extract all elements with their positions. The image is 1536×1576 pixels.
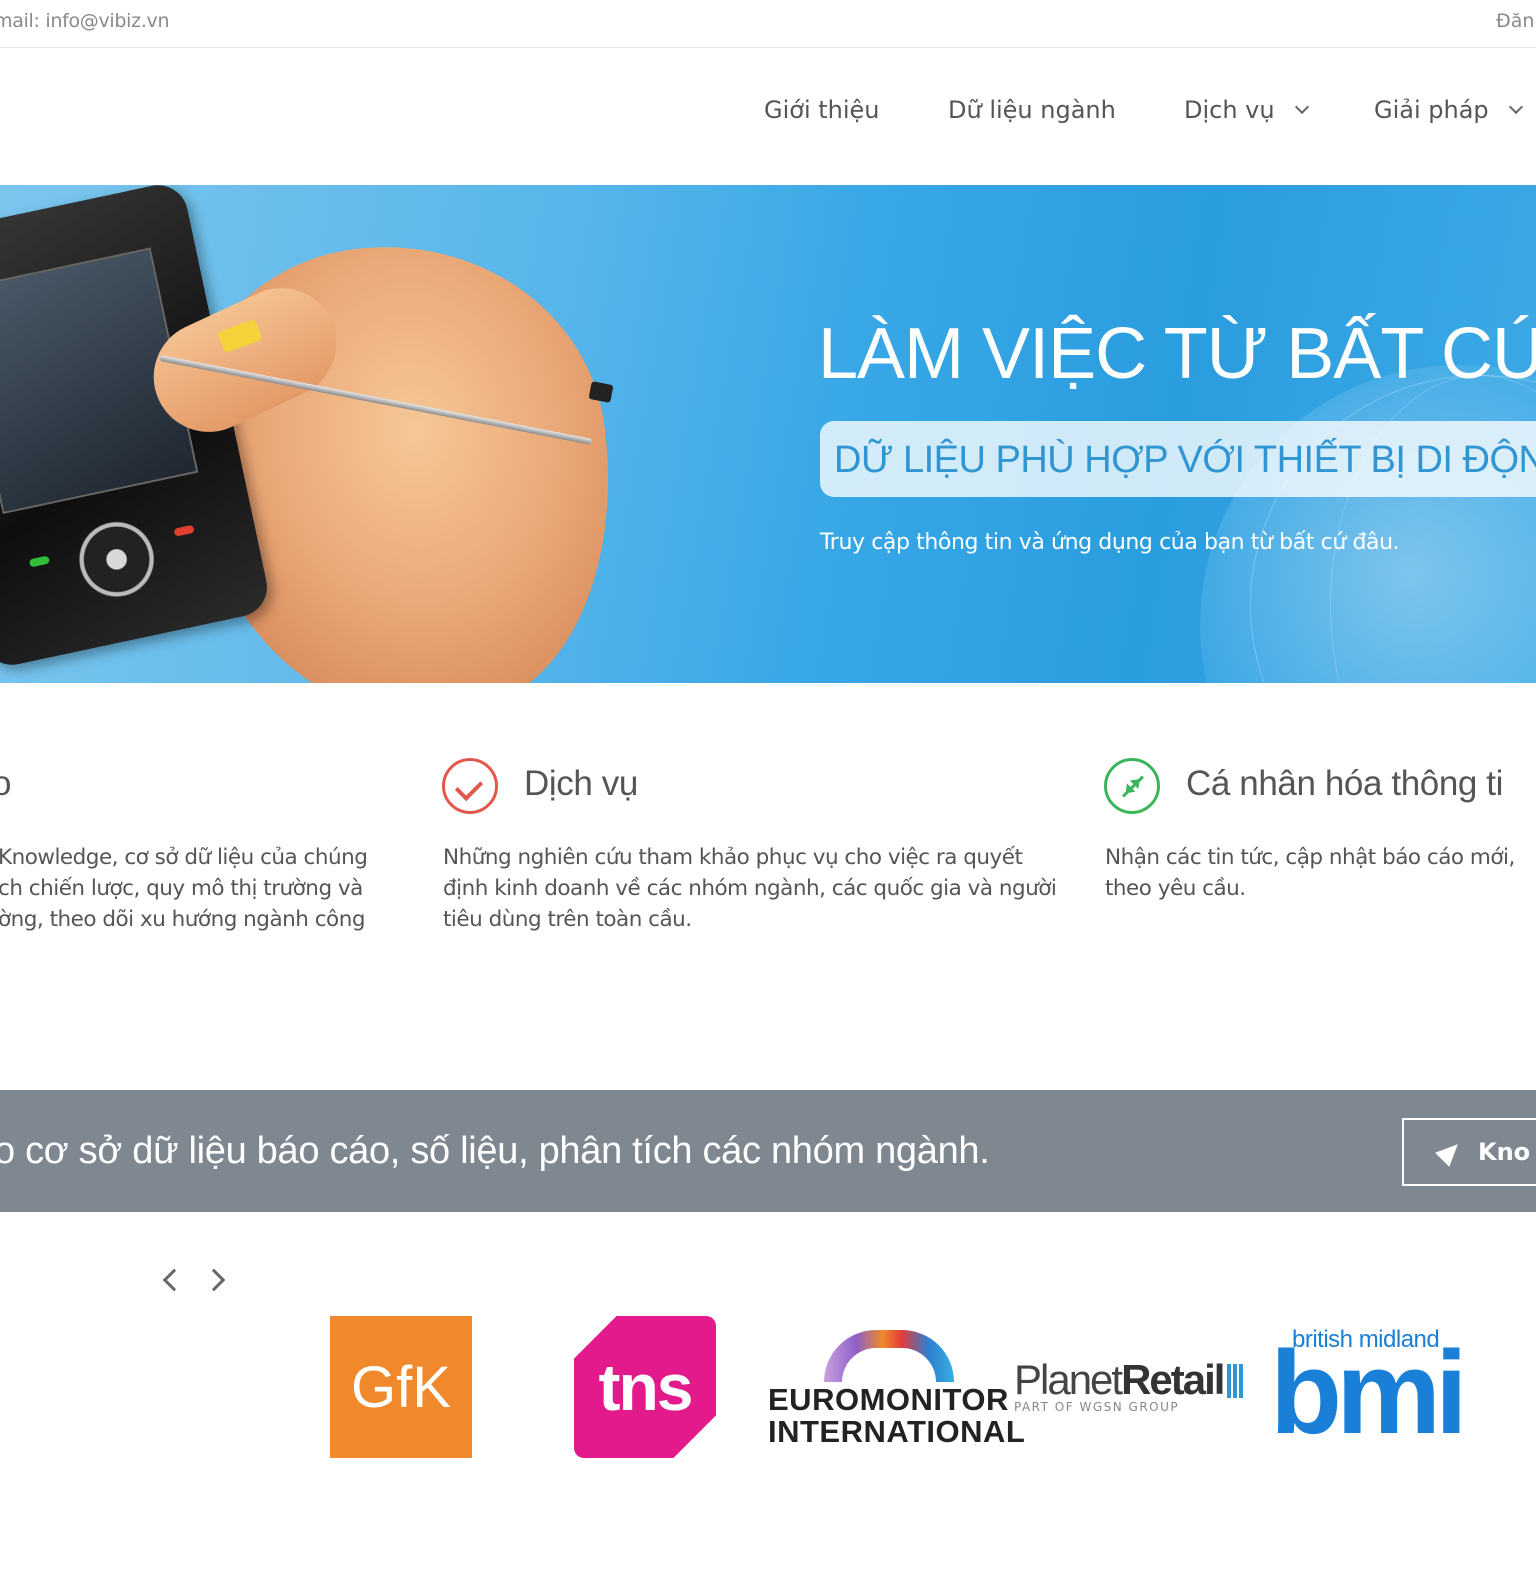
feature-line: ch chiến lược, quy mô thị trường và xyxy=(0,876,363,901)
cta-button-label: Kno xyxy=(1478,1138,1531,1166)
chevron-down-icon xyxy=(1294,99,1309,115)
gfk-logo-text: GfK xyxy=(351,1354,451,1420)
cta-banner-text: o cơ sở dữ liệu báo cáo, số liệu, phân t… xyxy=(0,1130,990,1172)
rocket-icon xyxy=(1435,1137,1465,1167)
arrows-icon xyxy=(1122,775,1144,798)
partner-logo-tns[interactable]: tns xyxy=(574,1316,716,1458)
hero-slider[interactable]: LÀM VIỆC TỪ BẤT CỨ DỮ LIỆU PHÙ HỢP VỚI T… xyxy=(0,185,1536,683)
feature-line: Những nghiên cứu tham khảo phục vụ cho v… xyxy=(443,845,1023,870)
cta-button[interactable]: Kno xyxy=(1402,1118,1536,1186)
partner-logo-euromonitor[interactable]: EUROMONITOR INTERNATIONAL xyxy=(768,1330,1025,1450)
feature-line: ờng, theo dõi xu hướng ngành công xyxy=(0,907,365,932)
euromonitor-text-1: EUROMONITOR xyxy=(768,1382,1009,1417)
nav-item-du-lieu-nganh[interactable]: Dữ liệu ngành xyxy=(948,96,1116,124)
stylus-tip xyxy=(588,381,614,403)
feature-line: Knowledge, cơ sở dữ liệu của chúng xyxy=(0,845,368,870)
planet-retail-bars-icon xyxy=(1227,1364,1244,1398)
nav-item-label: Giới thiệu xyxy=(764,96,880,124)
nav-item-gioi-thieu[interactable]: Giới thiệu xyxy=(764,96,880,124)
hero-description: Truy cập thông tin và ứng dụng của bạn t… xyxy=(820,530,1400,555)
chevron-down-icon xyxy=(1508,99,1523,115)
login-link[interactable]: Đăn xyxy=(1496,10,1534,32)
phone-call-key xyxy=(28,555,50,568)
phone-end-key xyxy=(173,524,195,537)
phone-wheel xyxy=(71,514,162,605)
partner-logo-planet-retail[interactable]: PlanetRetail PART OF WGSN GROUP xyxy=(1014,1356,1254,1426)
nav-item-label: Dịch vụ xyxy=(1184,96,1275,124)
main-nav: Giới thiệu Dữ liệu ngành Dịch vụ Giải ph… xyxy=(0,96,1536,140)
hero-subtitle: DỮ LIỆU PHÙ HỢP VỚI THIẾT BỊ DI ĐỘNG xyxy=(834,439,1536,481)
feature-description: Những nghiên cứu tham khảo phục vụ cho v… xyxy=(443,842,1057,935)
feature-line: định kinh doanh về các nhóm ngành, các q… xyxy=(443,876,1057,901)
feature-line: theo yêu cầu. xyxy=(1105,876,1246,901)
planet-retail-b: Retail xyxy=(1121,1356,1225,1403)
euromonitor-text-2: INTERNATIONAL xyxy=(768,1414,1026,1449)
check-circle-icon xyxy=(442,758,498,814)
feature-line: Nhận các tin tức, cập nhật báo cáo mới, xyxy=(1105,845,1515,870)
nav-item-giai-phap[interactable]: Giải pháp xyxy=(1374,96,1523,124)
nav-item-dich-vu[interactable]: Dịch vụ xyxy=(1184,96,1309,124)
planet-retail-wordmark: PlanetRetail xyxy=(1014,1356,1254,1404)
tns-logo-text: tns xyxy=(598,1350,694,1424)
compress-icon xyxy=(1104,758,1160,814)
feature-title: o xyxy=(0,764,12,803)
nav-item-label: Giải pháp xyxy=(1374,96,1489,124)
euromonitor-bridge-icon xyxy=(824,1330,954,1382)
feature-line: tiêu dùng trên toàn cầu. xyxy=(443,907,692,932)
carousel-next-icon[interactable] xyxy=(202,1268,226,1292)
feature-description: Nhận các tin tức, cập nhật báo cáo mới, … xyxy=(1105,842,1515,904)
contact-email[interactable]: mail: info@vibiz.vn xyxy=(0,10,170,32)
check-icon xyxy=(454,772,484,802)
top-bar: mail: info@vibiz.vn Đăn xyxy=(0,0,1536,48)
feature-description: Knowledge, cơ sở dữ liệu của chúng ch ch… xyxy=(0,842,368,935)
feature-title[interactable]: Cá nhân hóa thông ti xyxy=(1186,764,1503,804)
hero-title: LÀM VIỆC TỪ BẤT CỨ xyxy=(818,314,1536,394)
planet-retail-a: Planet xyxy=(1014,1356,1123,1403)
carousel-prev-icon[interactable] xyxy=(162,1268,186,1292)
partner-logo-gfk[interactable]: GfK xyxy=(330,1316,472,1458)
partner-logo-bmi[interactable]: british midland bmi xyxy=(1270,1326,1490,1452)
bmi-main-text: bmi xyxy=(1270,1327,1468,1459)
phone-image xyxy=(0,185,273,671)
feature-title[interactable]: Dịch vụ xyxy=(524,764,638,804)
nav-item-label: Dữ liệu ngành xyxy=(948,96,1116,124)
